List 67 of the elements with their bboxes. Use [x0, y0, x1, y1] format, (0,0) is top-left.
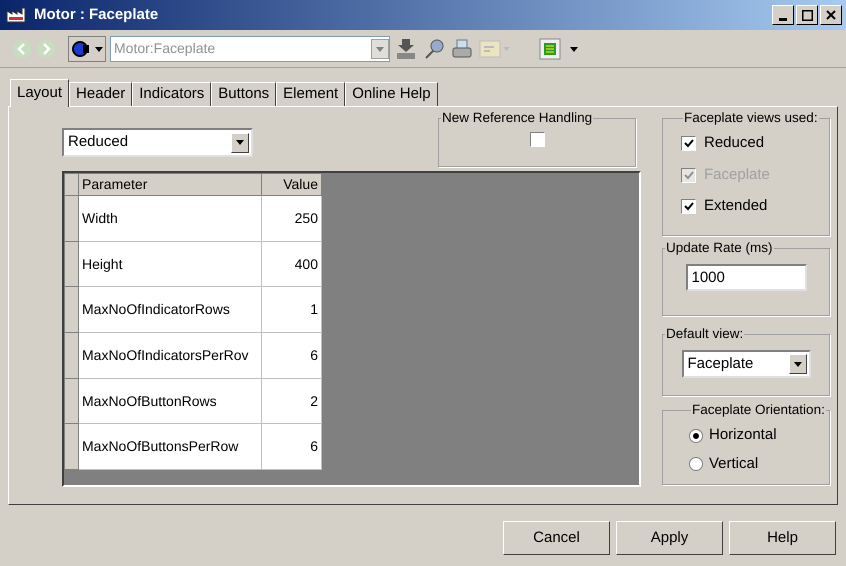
minimize-button[interactable] — [772, 5, 794, 25]
table-cell: 6 — [262, 332, 322, 378]
radio-button[interactable] — [689, 428, 703, 442]
checkmark-icon — [684, 139, 694, 148]
update-rate-field[interactable]: 1000 — [686, 264, 806, 292]
row-header-corner — [64, 174, 78, 196]
dropdown-arrow-button[interactable] — [788, 354, 806, 374]
table-cell: Height — [78, 241, 262, 287]
row-header[interactable] — [64, 286, 78, 333]
column-header: Value — [262, 174, 322, 196]
column-header: Parameter — [78, 174, 262, 196]
row-header[interactable] — [64, 196, 78, 242]
row-header[interactable] — [64, 424, 78, 470]
dialog-button[interactable]: Apply — [616, 521, 723, 555]
checkbox-label: Extended — [704, 196, 768, 216]
dropdown-arrow-button[interactable] — [231, 132, 249, 152]
checkbox[interactable] — [681, 199, 696, 214]
checkbox[interactable] — [530, 132, 544, 148]
table-cell: MaxNoOfIndicatorRows — [78, 286, 262, 333]
caret-icon — [236, 140, 244, 145]
table-cell: MaxNoOfButtonsPerRow — [78, 424, 262, 470]
radio-button[interactable] — [689, 457, 703, 471]
table-cell: 6 — [262, 424, 322, 470]
group-title: Default view: — [665, 325, 744, 343]
row-header[interactable] — [64, 241, 78, 287]
table-cell: 250 — [262, 196, 322, 242]
checkbox-label: Reduced — [704, 133, 764, 154]
group-title: New Reference Handling — [441, 109, 594, 127]
maximize-icon — [802, 10, 812, 20]
select-value: Reduced — [67, 132, 130, 152]
maximize-button[interactable] — [796, 5, 818, 25]
group-title: Update Rate (ms) — [665, 239, 774, 257]
dialog-button[interactable]: Help — [729, 521, 836, 555]
row-header[interactable] — [64, 378, 78, 424]
window-title: Motor : Faceplate — [34, 4, 158, 25]
table-cell: Width — [78, 196, 262, 242]
checkmark-icon — [684, 170, 694, 180]
tab[interactable]: Online Help — [345, 82, 438, 106]
tab[interactable]: Element — [276, 82, 346, 106]
table-cell: MaxNoOfButtonRows — [78, 378, 262, 424]
radio-label: Horizontal — [709, 425, 777, 446]
table-cell: 2 — [262, 378, 322, 424]
row-header[interactable] — [64, 332, 78, 378]
tab[interactable]: Layout — [10, 79, 70, 107]
tab[interactable]: Buttons — [211, 82, 276, 106]
checkmark-icon — [684, 202, 694, 211]
default-view-select[interactable]: Faceplate — [682, 350, 810, 378]
download-icon[interactable] — [394, 36, 418, 60]
caret-icon — [794, 362, 802, 367]
radio-label: Vertical — [709, 454, 758, 474]
group-title: Faceplate Orientation: — [691, 401, 826, 419]
close-icon — [826, 10, 836, 20]
group-title: Faceplate views used: — [683, 109, 819, 127]
table-cell: 1 — [262, 286, 322, 333]
address-text: Motor:Faceplate — [113, 39, 216, 58]
printer-icon[interactable] — [450, 36, 474, 60]
table-cell: 400 — [262, 241, 322, 287]
table-cell: MaxNoOfIndicatorsPerRov — [78, 332, 262, 378]
minimize-icon — [779, 18, 787, 20]
tab[interactable]: Header — [69, 82, 132, 106]
close-button[interactable] — [820, 5, 842, 25]
factory-icon — [6, 7, 28, 23]
checkbox[interactable] — [681, 136, 696, 151]
select-value: Faceplate — [686, 354, 754, 374]
tab[interactable]: Indicators — [132, 82, 212, 106]
dialog-button[interactable]: Cancel — [503, 521, 610, 555]
view-select[interactable]: Reduced — [62, 128, 253, 157]
